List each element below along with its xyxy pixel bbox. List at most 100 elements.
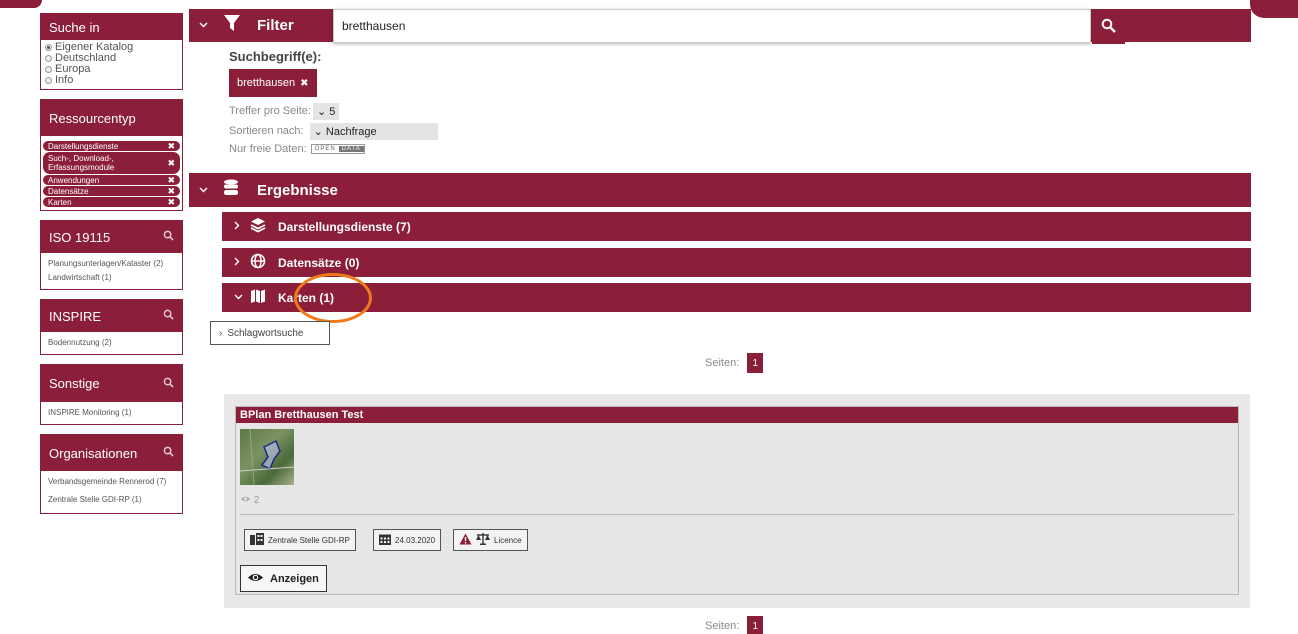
calendar-icon — [379, 533, 391, 547]
search-icon — [163, 230, 174, 244]
organisation-label: Zentrale Stelle GDI-RP — [268, 535, 350, 545]
keyword-search-label: Schlagwortsuche — [227, 327, 304, 339]
free-data-label: Nur freie Daten: — [229, 143, 307, 155]
remove-icon[interactable]: ✖ — [167, 158, 175, 168]
tag-label: Anwendungen — [48, 175, 100, 185]
hits-per-page-select[interactable]: ⌄ 5 — [312, 102, 340, 120]
corner-decoration-left — [0, 0, 42, 8]
card-divider — [240, 514, 1234, 515]
sonstige-header[interactable]: Sonstige — [41, 365, 182, 402]
database-icon — [209, 179, 239, 202]
radio-label: Info — [55, 74, 74, 86]
sonstige-panel: Sonstige INSPIRE Monitoring (1) — [40, 364, 183, 425]
search-icon — [163, 377, 174, 391]
show-button[interactable]: Anzeigen — [240, 565, 327, 592]
group-darstellungsdienste[interactable]: Darstellungsdienste (7) — [222, 212, 1251, 241]
inspire-header[interactable]: INSPIRE — [41, 300, 182, 332]
map-icon — [244, 288, 266, 307]
sort-value: Nachfrage — [325, 125, 377, 138]
radio-info[interactable]: Info — [45, 75, 178, 86]
tag-label: Such-, Download-, Erfassungsmodule — [48, 154, 115, 172]
organisation-chip[interactable]: Zentrale Stelle GDI-RP — [244, 529, 356, 551]
search-in-title: Suche in — [49, 19, 100, 35]
chevron-right-icon — [234, 257, 244, 269]
resource-tag-anwendungen: Anwendungen ✖ — [43, 175, 180, 185]
open-data-toggle[interactable]: OPEN DATA — [310, 144, 365, 154]
search-in-panel: Suche in Eigener Katalog Deutschland Eur… — [40, 13, 183, 90]
tag-label: Karten — [48, 197, 72, 207]
radio-checked-icon — [45, 44, 52, 51]
result-title[interactable]: BPlan Bretthausen Test — [236, 407, 1238, 423]
date-chip: 24.03.2020 — [373, 529, 442, 551]
chevron-right-icon: › — [219, 327, 223, 339]
map-thumbnail[interactable] — [239, 428, 295, 486]
filter-header[interactable]: Filter bretthausen — [189, 9, 1251, 44]
resource-tag-datensaetze: Datensätze ✖ — [43, 186, 180, 196]
resource-tag-darstellungsdienste: Darstellungsdienste ✖ — [43, 141, 180, 151]
remove-icon[interactable]: ✖ — [167, 186, 175, 197]
group-label: Datensätze (0) — [278, 255, 360, 270]
hits-per-page-label: Treffer pro Seite: — [229, 105, 311, 117]
resource-tag-such-download: Such-, Download-, Erfassungsmodule ✖ — [43, 152, 180, 174]
sidebar: Suche in Eigener Katalog Deutschland Eur… — [40, 13, 183, 523]
filter-link-planungsunterlagen[interactable]: Planungsunterlagen/Kataster (2) — [48, 257, 176, 271]
search-icon — [163, 309, 174, 323]
sonstige-title: Sonstige — [49, 376, 100, 391]
view-count-value: 2 — [253, 495, 260, 506]
radio-icon — [45, 66, 52, 73]
group-label: Darstellungsdienste (7) — [278, 219, 411, 234]
search-input[interactable]: bretthausen — [333, 9, 1125, 44]
building-icon — [250, 533, 264, 547]
search-term-chip[interactable]: bretthausen ✖ — [229, 69, 317, 97]
tag-label: Datensätze — [48, 186, 89, 196]
search-icon — [1101, 18, 1116, 36]
search-term-label: bretthausen — [237, 77, 296, 89]
tag-label: Darstellungsdienste — [48, 141, 119, 151]
radio-icon — [45, 77, 52, 84]
chevron-down-icon: ⌄ — [313, 125, 323, 138]
keyword-search-button[interactable]: › Schlagwortsuche — [210, 321, 330, 345]
filter-link-inspire-monitoring[interactable]: INSPIRE Monitoring (1) — [48, 406, 176, 420]
funnel-icon — [209, 14, 241, 37]
filter-link-bodennutzung[interactable]: Bodennutzung (2) — [48, 336, 176, 350]
remove-icon[interactable]: ✖ — [167, 197, 175, 208]
iso-header[interactable]: ISO 19115 — [41, 221, 182, 253]
eye-icon — [247, 572, 264, 586]
organisations-header[interactable]: Organisationen — [41, 435, 182, 471]
highlight-annotation — [294, 273, 372, 323]
remove-icon[interactable]: ✖ — [300, 78, 308, 89]
remove-icon[interactable]: ✖ — [167, 175, 175, 186]
search-button[interactable] — [1092, 10, 1125, 44]
group-datensaetze[interactable]: Datensätze (0) — [222, 248, 1251, 277]
licence-chip[interactable]: Licence — [453, 529, 528, 551]
chevron-down-icon — [234, 292, 244, 303]
layers-icon — [244, 217, 266, 236]
corner-decoration-right — [1250, 0, 1298, 18]
group-karten[interactable]: Karten (1) — [222, 283, 1251, 312]
resource-type-title: Ressourcentyp — [49, 110, 136, 126]
free-data-row: Nur freie Daten: OPEN DATA — [229, 141, 1251, 157]
scale-icon — [476, 533, 490, 547]
page-number[interactable]: 1 — [747, 616, 764, 634]
filter-link-landwirtschaft[interactable]: Landwirtschaft (1) — [48, 271, 176, 285]
sort-select[interactable]: ⌄ Nachfrage — [309, 122, 438, 140]
main-content: Filter bretthausen Suchbegriff(e): brett… — [189, 9, 1251, 312]
inspire-title: INSPIRE — [49, 308, 102, 324]
results-title: Ergebnisse — [257, 181, 338, 199]
resource-type-panel: Ressourcentyp Darstellungsdienste ✖ Such-… — [40, 99, 183, 211]
search-in-header: Suche in — [41, 14, 182, 40]
chevron-down-icon — [199, 185, 209, 196]
organisations-title: Organisationen — [49, 445, 138, 461]
results-header[interactable]: Ergebnisse — [189, 173, 1251, 207]
page-number[interactable]: 1 — [747, 353, 764, 373]
resource-type-header: Ressourcentyp — [41, 100, 182, 136]
filter-link-zentrale-stelle[interactable]: Zentrale Stelle GDI-RP (1) — [48, 493, 176, 507]
remove-icon[interactable]: ✖ — [167, 141, 175, 152]
resource-tag-karten: Karten ✖ — [43, 197, 180, 207]
filter-options: Suchbegriff(e): bretthausen ✖ Treffer pr… — [189, 42, 1251, 157]
show-button-label: Anzeigen — [270, 572, 319, 585]
hits-per-page-row: Treffer pro Seite: ⌄ 5 — [229, 101, 1251, 121]
inspire-panel: INSPIRE Bodennutzung (2) — [40, 299, 183, 355]
chevron-down-icon: ⌄ — [316, 105, 327, 118]
filter-link-verbandsgemeinde[interactable]: Verbandsgemeinde Rennerod (7) — [48, 475, 176, 489]
